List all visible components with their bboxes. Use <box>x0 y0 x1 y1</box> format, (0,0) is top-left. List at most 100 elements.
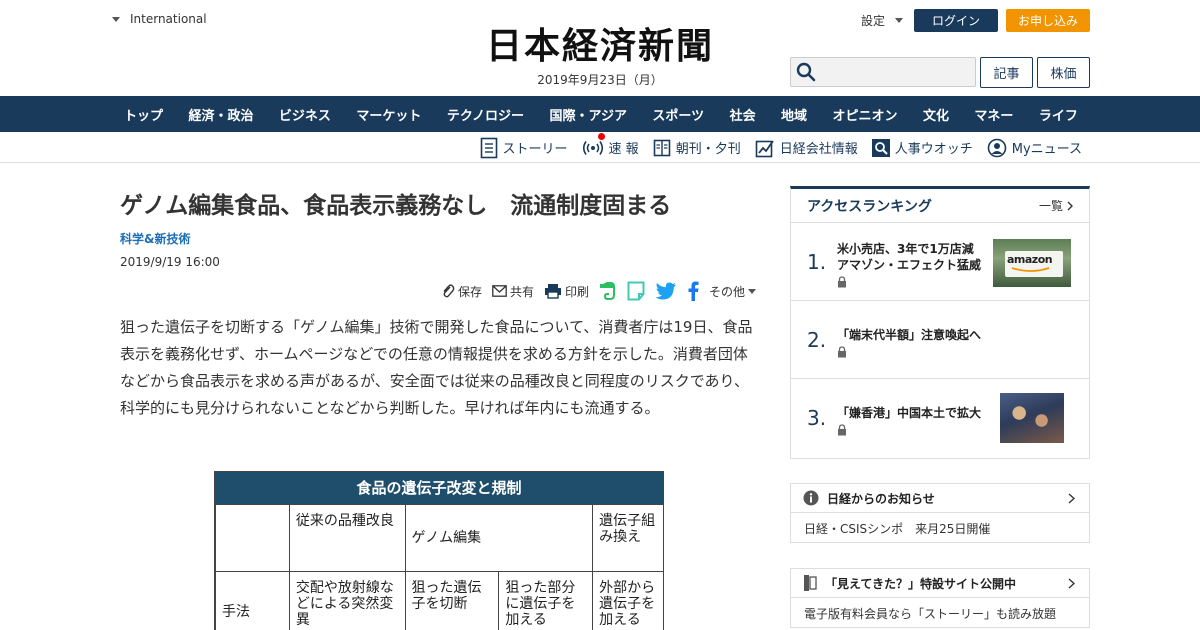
search-icon[interactable] <box>796 62 816 82</box>
twitter-icon[interactable] <box>655 282 677 300</box>
save-button[interactable]: 保存 <box>441 283 482 300</box>
ranking-thumbnail-amazon[interactable]: amazon <box>993 239 1071 287</box>
subnav-paper[interactable]: 朝刊・夕刊 <box>653 138 741 157</box>
nav-item[interactable]: マネー <box>962 105 1025 124</box>
article-figure[interactable]: 食品の遺伝子改変と規制 従来の品種改良 ゲノム編集 遺伝子組み換え 手法 交配や… <box>214 471 664 630</box>
ranking-item-title-text: 米小売店、3年で1万店減 アマゾン・エフェクト猛威 <box>837 242 986 272</box>
triangle-down-icon <box>895 18 904 23</box>
ranking-header: アクセスランキング 一覧 <box>791 189 1089 223</box>
stocks-button[interactable]: 株価 <box>1037 57 1090 88</box>
figure-cell-empty <box>215 504 290 572</box>
magnifier-icon <box>871 138 890 157</box>
figure-col-header: 遺伝子組み換え <box>592 504 663 572</box>
paperclip-icon <box>443 284 455 298</box>
nav-item[interactable]: オピニオン <box>821 105 910 124</box>
settings-label: 設定 <box>861 14 886 28</box>
alert-dot-icon <box>597 133 605 140</box>
ranking-item-title[interactable]: 米小売店、3年で1万店減 アマゾン・エフェクト猛威 <box>837 241 987 288</box>
figure-row-header: 手法 <box>215 571 290 630</box>
ranking-item[interactable]: 3. 「嫌香港」中国本土で拡大 <box>791 379 1089 457</box>
international-dropdown[interactable]: International <box>112 12 207 26</box>
nav-item[interactable]: マーケット <box>344 105 433 124</box>
access-ranking: アクセスランキング 一覧 1. 米小売店、3年で1万店減 アマゾン・エフェクト猛… <box>790 186 1090 459</box>
figure-col-header: ゲノム編集 <box>404 504 594 572</box>
ranking-item-title[interactable]: 「端末代半額」注意喚起へ <box>837 327 1037 358</box>
chevron-right-icon <box>1068 578 1075 589</box>
ranking-thumbnail-protest[interactable] <box>1000 393 1064 443</box>
nav-item[interactable]: テクノロジー <box>435 105 536 124</box>
facebook-icon[interactable] <box>687 281 699 301</box>
articles-button[interactable]: 記事 <box>980 57 1033 88</box>
ranking-title: アクセスランキング <box>807 198 932 215</box>
share-button[interactable]: 共有 <box>492 283 534 300</box>
lock-icon <box>838 346 846 358</box>
figure-cell: 交配や放射線などによる突然変異 <box>288 571 406 630</box>
subnav-breaking-label: 速 報 <box>608 142 639 157</box>
chevron-right-icon <box>1068 493 1075 504</box>
subnav-breaking[interactable]: 速 報 <box>582 133 639 157</box>
article-headline: ゲノム編集食品、食品表示義務なし 流通制度固まる <box>120 193 672 219</box>
notice-nikkei-link[interactable]: 日経からのお知らせ <box>791 484 1089 513</box>
ranking-item[interactable]: 2. 「端末代半額」注意喚起へ <box>791 301 1089 379</box>
evernote-icon[interactable] <box>599 281 617 301</box>
search-input[interactable] <box>820 58 970 86</box>
login-button[interactable]: ログイン <box>914 9 998 32</box>
figure-table: 従来の品種改良 ゲノム編集 遺伝子組み換え 手法 交配や放射線などによる突然変異… <box>215 504 663 630</box>
subnav-personnel-label: 人事ウオッチ <box>894 142 973 157</box>
article-body: 狙った遺伝子を切断する「ゲノム編集」技術で開発した食品について、消費者庁は19日… <box>120 318 753 417</box>
subnav-company-label: 日経会社情報 <box>779 142 858 157</box>
amazon-sign-text: amazon <box>1007 253 1053 266</box>
signup-button[interactable]: お申し込み <box>1006 9 1090 32</box>
nav-item[interactable]: スポーツ <box>640 105 716 124</box>
subnav-mynews[interactable]: Myニュース <box>987 138 1082 158</box>
amazon-smile-icon <box>1011 267 1050 272</box>
nav-item[interactable]: トップ <box>112 105 175 124</box>
nav-item[interactable]: 社会 <box>718 105 768 124</box>
notice-title: 日経からのお知らせ <box>827 491 935 506</box>
print-label: 印刷 <box>564 284 589 299</box>
subnav-company[interactable]: 日経会社情報 <box>755 138 858 158</box>
settings-dropdown[interactable]: 設定 <box>861 12 904 29</box>
nav-item[interactable]: 文化 <box>911 105 961 124</box>
search-box[interactable] <box>790 57 976 87</box>
notice-special-link[interactable]: 「見えてきた？」特設サイト公開中 <box>791 569 1089 598</box>
ranking-item-title[interactable]: 「嫌香港」中国本土で拡大 <box>837 405 987 436</box>
save-label: 保存 <box>457 284 482 299</box>
article: ゲノム編集食品、食品表示義務なし 流通制度固まる 科学&新技術 2019/9/1… <box>120 190 756 417</box>
subnav-story[interactable]: ストーリー <box>480 137 568 159</box>
nikkei-logo[interactable]: 日本経済新聞 <box>452 26 748 66</box>
article-category-link[interactable]: 科学&新技術 <box>120 230 756 247</box>
main-nav: トップ 経済・政治 ビジネス マーケット テクノロジー 国際・アジア スポーツ 社会 地域 オピニ… <box>0 96 1200 132</box>
ranking-item[interactable]: 1. 米小売店、3年で1万店減 アマゾン・エフェクト猛威 amazon <box>791 223 1089 301</box>
nav-item[interactable]: ビジネス <box>267 105 343 124</box>
print-button[interactable]: 印刷 <box>544 283 589 300</box>
bookmark-icon <box>804 575 817 591</box>
more-dropdown[interactable]: その他 <box>709 283 756 300</box>
note-icon[interactable] <box>627 281 645 301</box>
figure-title: 食品の遺伝子改変と規制 <box>215 472 663 504</box>
article-date: 2019/9/19 16:00 <box>120 255 220 269</box>
nav-item[interactable]: 経済・政治 <box>176 105 265 124</box>
more-label: その他 <box>708 284 745 299</box>
mail-icon <box>492 285 507 297</box>
figure-col-header: 従来の品種改良 <box>288 504 406 572</box>
sub-nav: ストーリー 速 報 朝刊・夕刊 日経会社情報 人事ウオッチ Myニュース <box>0 132 1200 163</box>
nav-item[interactable]: 地域 <box>769 105 819 124</box>
figure-cell: 狙った遺伝子を切断 <box>404 571 500 630</box>
ranking-more-link[interactable]: 一覧 <box>1039 197 1073 214</box>
ranking-number: 3. <box>807 406 827 430</box>
subnav-paper-label: 朝刊・夕刊 <box>675 142 741 157</box>
international-label: International <box>130 12 207 26</box>
subnav-personnel[interactable]: 人事ウオッチ <box>871 138 973 157</box>
nav-item[interactable]: 国際・アジア <box>537 105 638 124</box>
ranking-more-label: 一覧 <box>1038 199 1063 213</box>
lock-icon <box>838 276 846 288</box>
printer-icon <box>544 284 561 299</box>
notice-text-link[interactable]: 電子版有料会員なら「ストーリー」も読み放題 <box>791 598 1089 629</box>
notice-text-link[interactable]: 日経・CSISシンポ 来月25日開催 <box>791 513 1089 544</box>
lock-icon <box>838 424 846 436</box>
triangle-down-icon <box>748 288 756 294</box>
broadcast-icon <box>582 140 603 155</box>
notice-special: 「見えてきた？」特設サイト公開中 電子版有料会員なら「ストーリー」も読み放題 <box>790 568 1090 628</box>
nav-item[interactable]: ライフ <box>1027 105 1090 124</box>
